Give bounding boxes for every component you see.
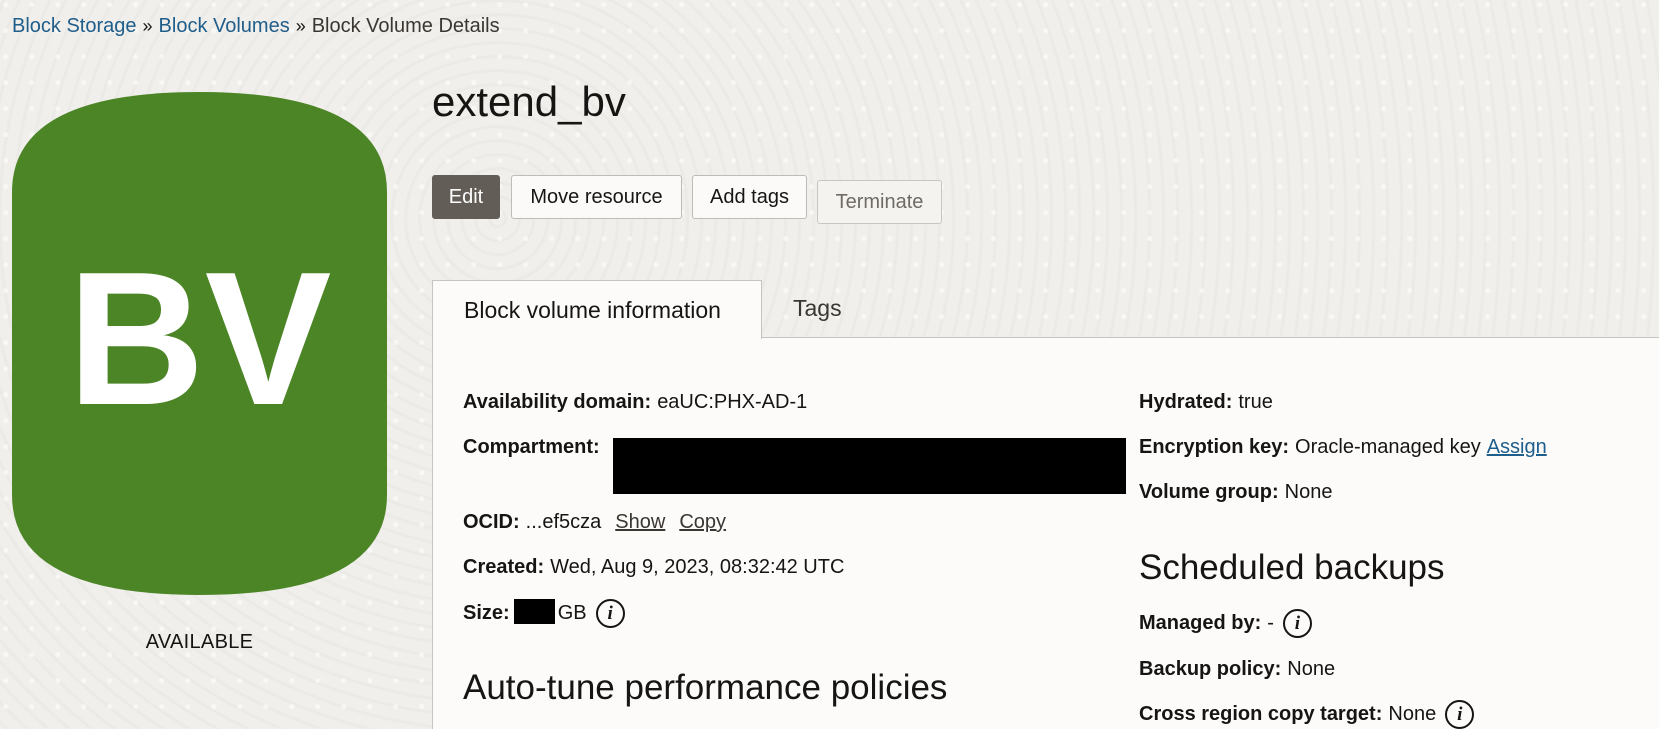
badge-text: BV [68, 233, 332, 445]
volume-group-value: None [1284, 481, 1333, 503]
availability-domain-label: Availability domain: [463, 391, 652, 413]
hydrated-field: Hydrated: true [1139, 389, 1273, 415]
availability-domain-field: Availability domain: eaUC:PHX-AD-1 [463, 389, 807, 415]
created-label: Created: [463, 556, 545, 578]
compartment-field: Compartment: [463, 434, 600, 460]
size-field: Size: GB i [463, 599, 625, 629]
availability-domain-value: eaUC:PHX-AD-1 [657, 391, 808, 413]
volume-group-label: Volume group: [1139, 481, 1279, 503]
block-volume-badge: BV [12, 92, 387, 595]
created-field: Created: Wed, Aug 9, 2023, 08:32:42 UTC [463, 554, 844, 580]
compartment-redacted [613, 438, 1126, 494]
hydrated-value: true [1238, 391, 1273, 413]
ocid-show-link[interactable]: Show [615, 511, 665, 533]
assign-key-link[interactable]: Assign [1487, 436, 1547, 458]
backup-policy-value: None [1287, 658, 1336, 680]
ocid-label: OCID: [463, 511, 520, 533]
breadcrumb: Block Storage» Block Volumes» Block Volume… [12, 14, 500, 38]
info-icon[interactable]: i [1282, 609, 1312, 638]
scheduled-backups-heading: Scheduled backups [1139, 548, 1445, 587]
encryption-key-field: Encryption key: Oracle-managed key Assign [1139, 434, 1547, 460]
backup-policy-field: Backup policy: None [1139, 656, 1335, 682]
info-icon[interactable]: i [595, 599, 625, 629]
managed-by-field: Managed by: - i [1139, 609, 1312, 638]
volume-group-field: Volume group: None [1139, 479, 1332, 505]
cross-region-value: None [1388, 702, 1437, 725]
tab-tags[interactable]: Tags [762, 279, 873, 337]
created-value: Wed, Aug 9, 2023, 08:32:42 UTC [550, 556, 845, 578]
ocid-field: OCID: ...ef5cza Show Copy [463, 509, 726, 535]
breadcrumb-separator: » [295, 16, 306, 36]
breadcrumb-block-volumes-link[interactable]: Block Volumes [159, 15, 290, 37]
size-redacted [513, 599, 555, 624]
page-title: extend_bv [432, 78, 626, 125]
lifecycle-status: AVAILABLE [145, 631, 254, 653]
ocid-copy-link[interactable]: Copy [679, 511, 726, 533]
encryption-key-value: Oracle-managed key [1295, 436, 1481, 458]
cross-region-label: Cross region copy target: [1139, 702, 1383, 725]
ocid-value: ...ef5cza [525, 511, 602, 533]
size-label: Size: [463, 602, 510, 624]
tab-block-volume-information[interactable]: Block volume information [432, 280, 762, 339]
add-tags-button[interactable]: Add tags [692, 175, 807, 219]
managed-by-label: Managed by: [1139, 611, 1262, 634]
info-icon[interactable]: i [1445, 700, 1475, 729]
hydrated-label: Hydrated: [1139, 391, 1233, 413]
size-unit: GB [557, 602, 587, 624]
autotune-heading: Auto-tune performance policies [463, 668, 948, 707]
backup-policy-label: Backup policy: [1139, 658, 1282, 680]
compartment-label: Compartment: [463, 436, 600, 458]
managed-by-value: - [1267, 611, 1274, 634]
breadcrumb-current: Block Volume Details [311, 15, 500, 37]
encryption-key-label: Encryption key: [1139, 436, 1290, 458]
breadcrumb-block-storage-link[interactable]: Block Storage [12, 15, 137, 37]
move-resource-button[interactable]: Move resource [511, 175, 682, 219]
terminate-button[interactable]: Terminate [817, 180, 942, 224]
cross-region-field: Cross region copy target: None i [1139, 700, 1475, 729]
edit-button[interactable]: Edit [432, 175, 500, 219]
block-volume-cylinder-icon: BV [12, 92, 387, 595]
breadcrumb-separator: » [142, 16, 153, 36]
